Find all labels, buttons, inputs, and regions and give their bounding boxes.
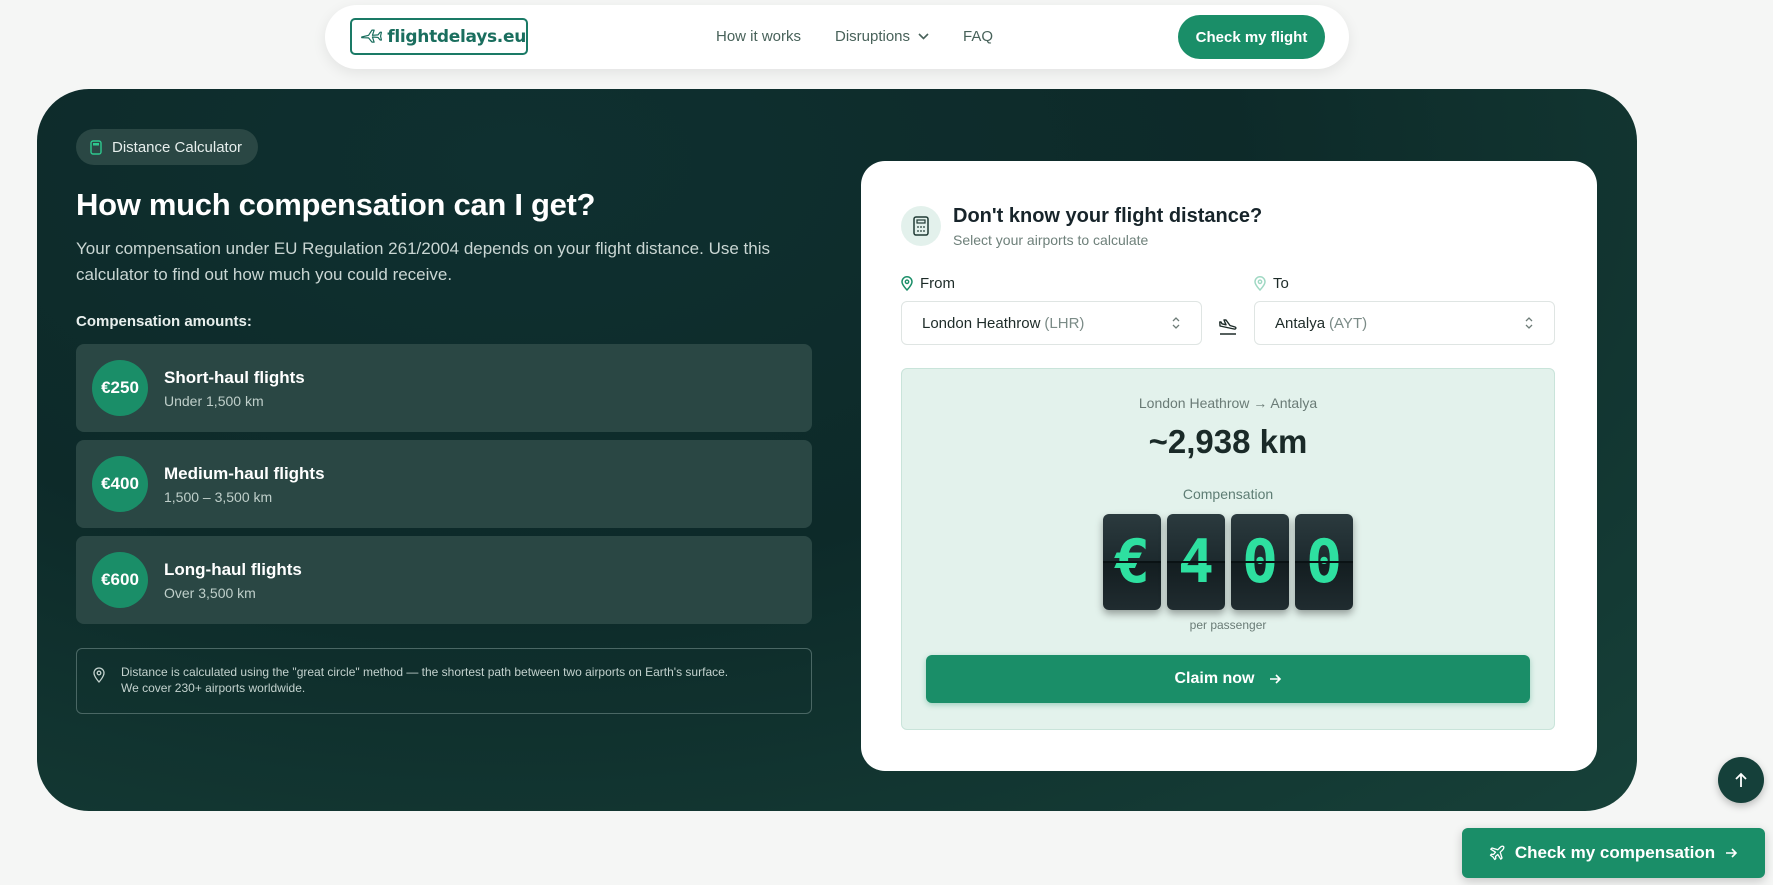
tier-name: Medium-haul flights (164, 464, 325, 483)
claim-now-button[interactable]: Claim now (926, 655, 1530, 703)
tier-medium-haul: €400 Medium-haul flights 1,500 – 3,500 k… (76, 440, 812, 528)
hero-section: Distance Calculator How much compensatio… (37, 89, 1637, 811)
chevron-down-icon (918, 33, 929, 40)
result-panel: London Heathrow → Antalya ~2,938 km Comp… (901, 368, 1555, 730)
route-text: London Heathrow → Antalya (1138, 395, 1318, 411)
tier-range: Under 1,500 km (164, 393, 264, 409)
note-line-2: We cover 230+ airports worldwide. (121, 681, 306, 695)
card-title: Don't know your flight distance? (953, 205, 1263, 227)
compensation-flip-display: € 4 0 0 (1103, 514, 1353, 610)
arrow-up-icon (1735, 772, 1747, 787)
logo[interactable]: flightdelays.eu (350, 18, 528, 55)
flip-digit: 0 (1231, 514, 1289, 610)
check-my-compensation-label: Check my compensation (1514, 843, 1716, 862)
page-title: How much compensation can I get? (76, 187, 596, 222)
flip-digit: 0 (1295, 514, 1353, 610)
card-subtitle: Select your airports to calculate (953, 232, 1149, 248)
tier-amount: €400 (92, 456, 148, 512)
to-airport-code: (AYT) (1329, 314, 1368, 332)
compensation-amounts-label: Compensation amounts: (76, 313, 252, 330)
compensation-caption: Compensation (1182, 486, 1274, 502)
check-my-compensation-button[interactable]: Check my compensation (1462, 828, 1765, 878)
tier-range: Over 3,500 km (164, 585, 256, 601)
distance-method-note: Distance is calculated using the "great … (76, 648, 812, 714)
claim-now-label: Claim now (1174, 670, 1255, 687)
airplane-icon (361, 29, 383, 43)
location-pin-icon (901, 276, 913, 291)
arrow-right-icon (1269, 674, 1281, 684)
nav-how-it-works[interactable]: How it works (716, 28, 801, 45)
location-pin-icon (93, 667, 105, 683)
distance-calculator-badge: Distance Calculator (76, 129, 259, 165)
scroll-to-top-button[interactable] (1718, 757, 1764, 803)
calculator-icon (901, 206, 941, 246)
to-label-text: To (1273, 275, 1289, 292)
chevron-updown-icon (1525, 317, 1533, 329)
airplane-icon (1489, 845, 1505, 861)
flip-digit: 4 (1167, 514, 1225, 610)
from-label: From (901, 275, 955, 292)
tier-range: 1,500 – 3,500 km (164, 489, 273, 505)
from-airport-name: London Heathrow (922, 314, 1041, 332)
tier-short-haul: €250 Short-haul flights Under 1,500 km (76, 344, 812, 432)
nav-disruptions-label: Disruptions (835, 28, 911, 45)
calculator-icon (90, 139, 102, 155)
airplane-landing-icon (1219, 319, 1237, 335)
tier-amount: €600 (92, 552, 148, 608)
from-label-text: From (920, 275, 955, 292)
top-nav: flightdelays.eu How it works Disruptions… (325, 5, 1349, 69)
flip-digit: € (1103, 514, 1161, 610)
badge-label: Distance Calculator (112, 138, 243, 156)
nav-faq[interactable]: FAQ (963, 28, 993, 45)
hero-description: Your compensation under EU Regulation 26… (76, 239, 770, 284)
logo-text: flightdelays.eu (387, 26, 526, 47)
to-airport-name: Antalya (1275, 314, 1326, 332)
note-line-1: Distance is calculated using the "great … (121, 665, 729, 679)
check-my-flight-button[interactable]: Check my flight (1178, 15, 1325, 59)
per-passenger-text: per passenger (1189, 618, 1267, 632)
tier-long-haul: €600 Long-haul flights Over 3,500 km (76, 536, 812, 624)
location-pin-icon (1254, 276, 1266, 291)
tier-name: Long-haul flights (164, 560, 302, 579)
from-airport-select[interactable]: London Heathrow (LHR) (901, 301, 1202, 345)
tier-name: Short-haul flights (164, 368, 305, 387)
arrow-right-icon (1726, 848, 1738, 858)
nav-disruptions[interactable]: Disruptions (835, 28, 929, 45)
tier-amount: €250 (92, 360, 148, 416)
chevron-updown-icon (1172, 317, 1180, 329)
to-airport-select[interactable]: Antalya (AYT) (1254, 301, 1555, 345)
to-label: To (1254, 275, 1289, 292)
distance-calculator-card: Don't know your flight distance? Select … (861, 161, 1597, 771)
distance-value: ~2,938 km (1148, 423, 1308, 460)
from-airport-code: (LHR) (1044, 314, 1085, 332)
